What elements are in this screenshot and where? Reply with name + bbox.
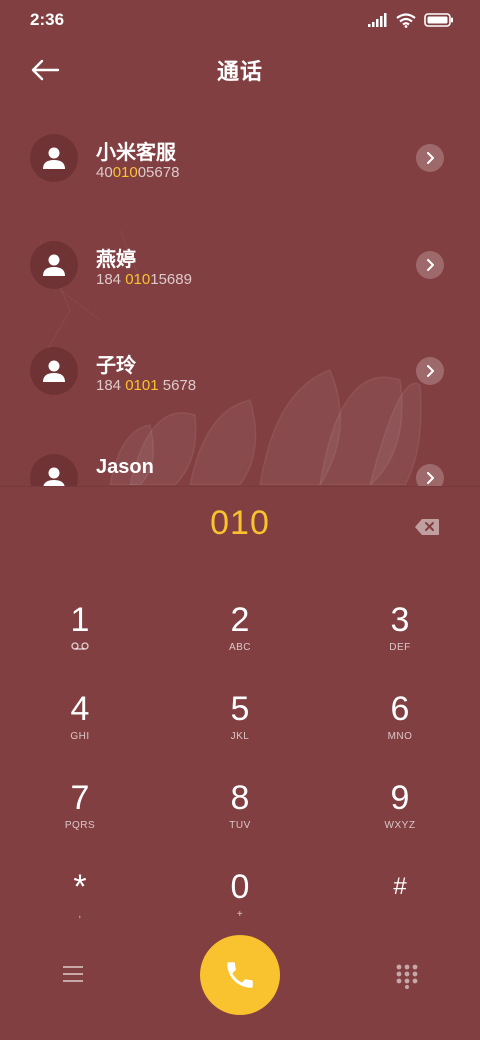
bottom-bar bbox=[0, 935, 480, 1015]
contact-name: 燕婷 bbox=[96, 249, 136, 271]
key-8[interactable]: 8 TUV bbox=[185, 780, 295, 860]
number-part: 5678 bbox=[158, 377, 197, 394]
chevron-right-icon[interactable] bbox=[416, 357, 444, 385]
key-5[interactable]: 5 JKL bbox=[185, 691, 295, 771]
page-title: 通话 bbox=[216, 59, 263, 84]
key-letters: JKL bbox=[230, 731, 250, 742]
key-letters: PQRS bbox=[64, 820, 96, 831]
key-digit: * bbox=[73, 868, 87, 906]
battery-icon bbox=[424, 13, 453, 27]
key-digit: 7 bbox=[70, 779, 90, 817]
contact-suggestions-list: 小米客服 4001005678 燕婷 184 01015689 子玲 184 0… bbox=[0, 104, 480, 486]
key-letters: MNO bbox=[387, 731, 413, 742]
dial-input[interactable]: 010 bbox=[0, 504, 480, 554]
backspace-icon[interactable] bbox=[414, 518, 440, 536]
key-digit: 2 bbox=[230, 601, 250, 639]
key-letters: GHI bbox=[70, 731, 90, 742]
key-letters: DEF bbox=[389, 642, 411, 653]
chevron-right-icon[interactable] bbox=[416, 251, 444, 279]
contact-item[interactable]: 燕婷 184 01015689 bbox=[0, 211, 480, 311]
key-9[interactable]: 9 WXYZ bbox=[345, 780, 455, 860]
key-digit: 0 bbox=[230, 868, 250, 906]
key-3[interactable]: 3 DEF bbox=[345, 602, 455, 682]
key-digit: 1 bbox=[70, 601, 90, 639]
voicemail-icon bbox=[25, 642, 135, 654]
contact-name: Jason bbox=[96, 456, 154, 478]
chevron-right-icon[interactable] bbox=[416, 464, 444, 486]
status-time: 2:36 bbox=[30, 10, 65, 29]
number-part: 184 bbox=[96, 271, 126, 288]
contact-name: 子玲 bbox=[96, 355, 136, 377]
number-match-highlight: 010 bbox=[112, 164, 138, 181]
contact-number: 4001005678 bbox=[96, 164, 179, 181]
key-letters: , bbox=[78, 909, 82, 920]
number-part: 15689 bbox=[150, 271, 192, 288]
key-1[interactable]: 1 bbox=[25, 602, 135, 682]
key-digit: 4 bbox=[70, 690, 90, 728]
dialpad-icon[interactable] bbox=[395, 963, 419, 989]
phone-icon bbox=[227, 962, 253, 988]
chevron-right-icon[interactable] bbox=[416, 144, 444, 172]
signal-icon bbox=[368, 13, 387, 27]
contact-item[interactable]: Jason bbox=[0, 424, 480, 486]
contact-number: 184 01015689 bbox=[96, 271, 192, 288]
key-digit: 6 bbox=[390, 690, 410, 728]
key-7[interactable]: 7 PQRS bbox=[25, 780, 135, 860]
key-letters: + bbox=[236, 909, 244, 920]
contact-name: 小米客服 bbox=[96, 142, 176, 164]
number-part: 05678 bbox=[137, 164, 180, 181]
menu-icon[interactable] bbox=[60, 963, 86, 985]
call-button[interactable] bbox=[200, 935, 280, 1015]
number-part: 40 bbox=[96, 164, 113, 181]
number-part: 184 bbox=[96, 377, 126, 394]
status-icons bbox=[368, 12, 454, 28]
key-digit: 9 bbox=[390, 779, 410, 817]
status-bar: 2:36 bbox=[0, 0, 480, 40]
key-digit: 5 bbox=[230, 690, 250, 728]
app-header: 通话 bbox=[0, 44, 480, 96]
contact-item[interactable]: 小米客服 4001005678 bbox=[0, 104, 480, 204]
person-icon bbox=[30, 241, 78, 289]
contact-item[interactable]: 子玲 184 0101 5678 bbox=[0, 317, 480, 417]
contact-number: 184 0101 5678 bbox=[96, 377, 196, 394]
person-icon bbox=[30, 134, 78, 182]
key-2[interactable]: 2 ABC bbox=[185, 602, 295, 682]
key-digit: 3 bbox=[390, 601, 410, 639]
key-letters bbox=[345, 909, 455, 921]
divider bbox=[0, 486, 480, 487]
person-icon bbox=[30, 454, 78, 486]
key-letters: WXYZ bbox=[384, 820, 416, 831]
key-6[interactable]: 6 MNO bbox=[345, 691, 455, 771]
key-4[interactable]: 4 GHI bbox=[25, 691, 135, 771]
key-digit: # bbox=[393, 873, 407, 900]
key-letters: TUV bbox=[229, 820, 251, 831]
arrow-left-icon[interactable] bbox=[28, 56, 62, 84]
key-digit: 8 bbox=[230, 779, 250, 817]
key-letters: ABC bbox=[228, 642, 252, 653]
person-icon bbox=[30, 347, 78, 395]
wifi-icon bbox=[396, 12, 416, 28]
number-match-highlight: 010 bbox=[125, 271, 151, 288]
number-match-highlight: 0101 bbox=[125, 377, 159, 394]
